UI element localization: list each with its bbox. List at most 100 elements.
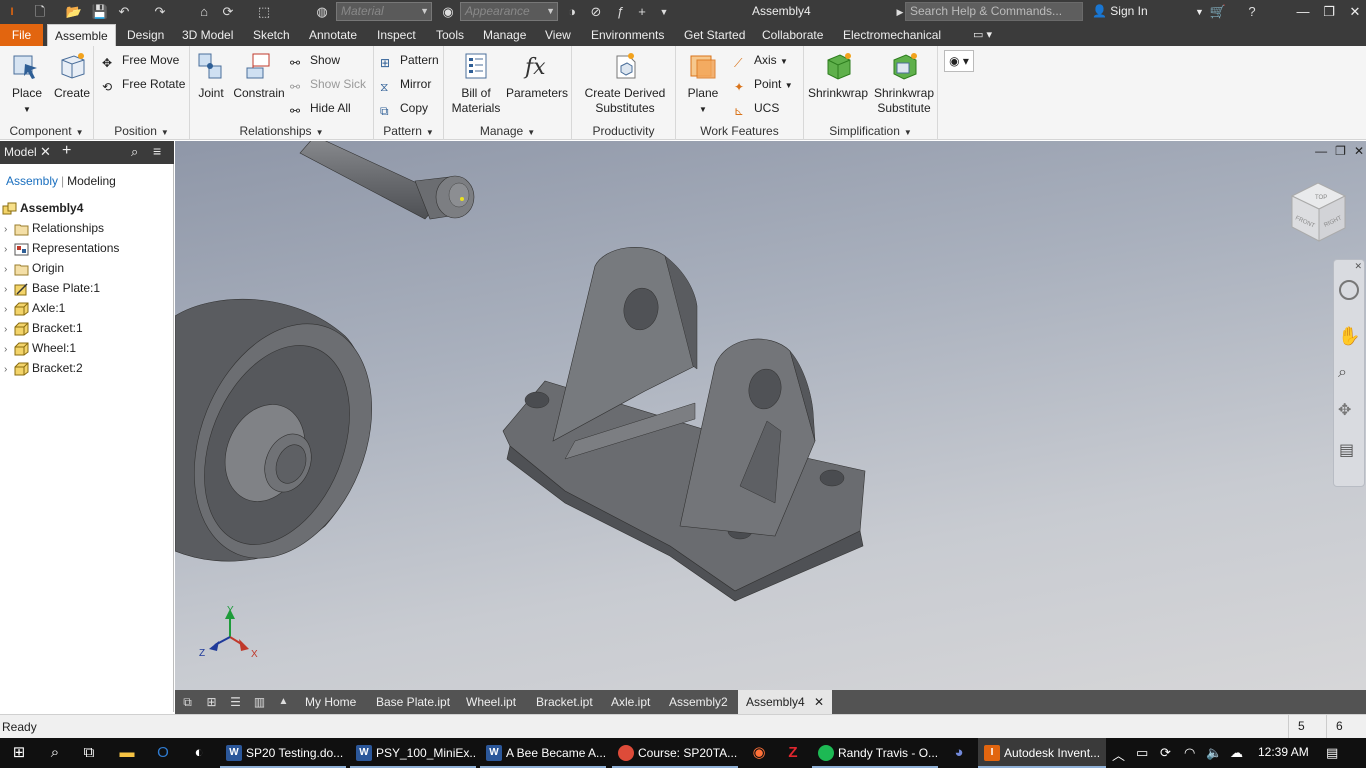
tray-sync-icon[interactable]: ⟳	[1160, 745, 1171, 761]
update-icon[interactable]: ⟳	[218, 2, 238, 22]
open-file-icon[interactable]: 📂	[64, 2, 84, 22]
discord-icon[interactable]: ◕	[942, 738, 976, 768]
home-icon[interactable]: ⌂	[194, 2, 214, 22]
group-label-position[interactable]: Position ▼	[94, 124, 189, 138]
tile-horizontal-icon[interactable]: ☰	[227, 694, 244, 710]
shrinkwrap-substitute-button[interactable]: Shrinkwrap Substitute	[872, 50, 936, 116]
group-label-productivity[interactable]: Productivity	[572, 124, 675, 138]
bill-of-materials-button[interactable]: Bill of Materials	[450, 50, 502, 116]
qat-dropdown-icon[interactable]: ▼	[654, 2, 674, 22]
undo-icon[interactable]: ↶	[114, 2, 134, 22]
tray-volume-icon[interactable]: 🔈	[1206, 745, 1222, 761]
taskbar-app-word-2[interactable]: W PSY_100_MiniEx...	[350, 738, 476, 768]
plus-icon[interactable]: +	[632, 2, 652, 22]
ribbon-options-dropdown[interactable]: ◉ ▾	[944, 50, 974, 72]
tab-file[interactable]: File	[0, 24, 43, 46]
doc-tab-axle[interactable]: Axle.ipt	[611, 690, 650, 714]
tree-item-bracket-2[interactable]: › Bracket:2	[4, 358, 83, 378]
tree-item-wheel[interactable]: › Wheel:1	[4, 338, 76, 358]
graphics-viewport[interactable]: — ❐ ✕ Y X Z TOP FRONT RIGHT ✕ ✋ ⌕ ✥ ▤	[175, 141, 1366, 690]
parameters-button[interactable]: fx Parameters	[506, 50, 568, 101]
create-derived-substitutes-button[interactable]: Create Derived Substitutes	[580, 50, 670, 116]
pattern-button[interactable]: ⊞ Pattern	[380, 50, 439, 70]
new-file-icon[interactable]: 🗋	[30, 2, 50, 22]
hide-all-button[interactable]: ⚯ Hide All	[290, 98, 351, 118]
mirror-button[interactable]: ⧖ Mirror	[380, 74, 431, 94]
zotero-icon[interactable]: Z	[776, 738, 810, 768]
windows-start-icon[interactable]: ⊞	[2, 738, 36, 768]
save-icon[interactable]: 💾	[90, 2, 110, 22]
search-icon[interactable]: ⌕	[38, 738, 72, 768]
tab-manage[interactable]: Manage	[476, 24, 533, 46]
clear-appearance-icon[interactable]: ⊘	[586, 2, 606, 22]
group-label-manage[interactable]: Manage ▼	[444, 124, 571, 138]
outlook-icon[interactable]: O	[146, 738, 180, 768]
add-browser-icon[interactable]: +	[62, 142, 71, 160]
doc-tab-my-home[interactable]: My Home	[305, 690, 356, 714]
plane-button[interactable]: Plane ▼	[684, 50, 722, 117]
taskbar-clock[interactable]: 12:39 AM	[1258, 745, 1309, 759]
taskbar-app-word-3[interactable]: WA Bee Became A...	[480, 738, 606, 768]
tray-wifi-icon[interactable]: ◠	[1184, 745, 1195, 761]
create-button[interactable]: Create	[52, 50, 92, 101]
ucs-button[interactable]: ⊾ UCS	[734, 98, 779, 118]
shrinkwrap-button[interactable]: Shrinkwrap	[806, 50, 870, 101]
show-sick-button[interactable]: ⚯ Show Sick	[290, 74, 366, 94]
arrange-up-icon[interactable]: ▲	[275, 694, 292, 710]
tab-modeling-view[interactable]: Modeling	[67, 174, 116, 188]
fx-icon[interactable]: ƒ	[610, 2, 630, 22]
view-cube[interactable]: TOP FRONT RIGHT	[1290, 182, 1347, 242]
tab-sketch[interactable]: Sketch	[246, 24, 297, 46]
cart-icon[interactable]: 🛒	[1208, 2, 1228, 22]
help-search-input[interactable]: Search Help & Commands...	[905, 2, 1083, 21]
tile-vertical-icon[interactable]: ▥	[251, 694, 268, 710]
group-label-pattern[interactable]: Pattern ▼	[374, 124, 443, 138]
taskbar-app-chrome[interactable]: Course: SP20TA...	[612, 738, 738, 768]
tab-electromechanical[interactable]: Electromechanical	[836, 24, 948, 46]
tray-onedrive-icon[interactable]: ☁	[1230, 745, 1243, 761]
search-icon[interactable]: ⌕	[131, 144, 138, 160]
point-button[interactable]: ✦ Point ▼	[734, 74, 793, 94]
group-label-relationships[interactable]: Relationships ▼	[190, 124, 373, 138]
tray-chevron-icon[interactable]: ︿	[1112, 745, 1125, 764]
tree-item-base-plate[interactable]: › Base Plate:1	[4, 278, 100, 298]
adjust-appearance-icon[interactable]: ◑	[562, 2, 582, 22]
look-at-icon[interactable]: ▤	[1339, 440, 1354, 460]
tab-tools[interactable]: Tools	[429, 24, 471, 46]
inventor-logo-icon[interactable]: I	[2, 2, 22, 22]
tab-collaborate[interactable]: Collaborate	[755, 24, 830, 46]
tab-environments[interactable]: Environments	[584, 24, 671, 46]
task-view-icon[interactable]: ⧉	[72, 738, 106, 768]
cascade-icon[interactable]: ⧉	[179, 694, 196, 710]
menu-icon[interactable]: ≡	[153, 143, 161, 159]
tree-item-origin[interactable]: › Origin	[4, 258, 64, 278]
steering-wheel-icon[interactable]	[1339, 280, 1359, 300]
doc-tab-assembly4[interactable]: Assembly4 ✕	[738, 690, 833, 714]
ribbon-display-icon[interactable]: ▭ ▾	[966, 24, 999, 46]
close-browser-icon[interactable]: ✕	[40, 144, 51, 160]
restore-button[interactable]: ❐	[1316, 2, 1342, 22]
tab-inspect[interactable]: Inspect	[370, 24, 423, 46]
doc-tab-bracket[interactable]: Bracket.ipt	[536, 690, 593, 714]
tab-3d-model[interactable]: 3D Model	[175, 24, 240, 46]
navbar-close-icon[interactable]: ✕	[1354, 261, 1362, 272]
tray-battery-icon[interactable]: ▭	[1136, 745, 1148, 761]
tree-item-bracket-1[interactable]: › Bracket:1	[4, 318, 83, 338]
tab-annotate[interactable]: Annotate	[302, 24, 364, 46]
sign-in-button[interactable]: 👤 Sign In ▼	[1092, 4, 1204, 18]
close-tab-icon[interactable]: ✕	[814, 695, 824, 709]
tab-assemble[interactable]: Assemble	[47, 24, 116, 46]
pan-icon[interactable]: ✋	[1338, 326, 1360, 347]
tile-icon[interactable]: ⊞	[203, 694, 220, 710]
steam-icon[interactable]: ◐	[182, 738, 216, 768]
tree-item-representations[interactable]: › Representations	[4, 238, 119, 258]
zoom-icon[interactable]: ⌕	[1338, 364, 1347, 382]
firefox-icon[interactable]: ◉	[742, 738, 776, 768]
taskbar-app-word-1[interactable]: W SP20 Testing.do...	[220, 738, 346, 768]
group-label-simplification[interactable]: Simplification ▼	[804, 124, 937, 138]
help-icon[interactable]: ?	[1242, 2, 1262, 22]
taskbar-app-spotify[interactable]: Randy Travis - O...	[812, 738, 938, 768]
group-label-work-features[interactable]: Work Features	[676, 124, 803, 138]
taskbar-app-inventor[interactable]: I Autodesk Invent...	[978, 738, 1106, 768]
notifications-icon[interactable]: ▤	[1326, 745, 1338, 761]
